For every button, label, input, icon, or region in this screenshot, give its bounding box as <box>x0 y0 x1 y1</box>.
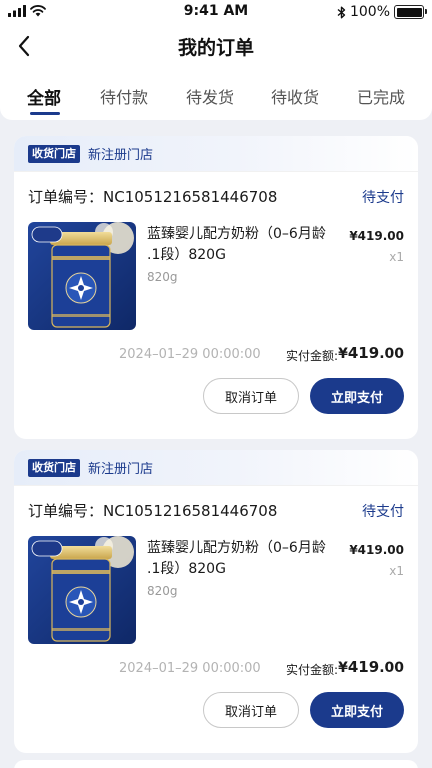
store-row: 收货门店 新注册门店 <box>14 136 418 172</box>
status-bar: 9:41 AM 100% <box>0 0 432 24</box>
formula-can-image <box>28 536 136 644</box>
paid-integer: 419 <box>347 658 380 676</box>
store-badge: 收货门店 <box>28 145 80 163</box>
tab-pending-receipt[interactable]: 待收货 <box>271 84 319 108</box>
product-spec: 820g <box>147 584 178 598</box>
navigation-bar: 我的订单 <box>0 26 432 66</box>
tab-all[interactable]: 全部 <box>27 84 61 109</box>
paid-decimal: .00 <box>379 660 404 676</box>
status-right: 100% <box>337 4 427 20</box>
store-name[interactable]: 新注册门店 <box>88 458 153 477</box>
product-image[interactable] <box>28 222 136 330</box>
order-number: 订单编号：NC1051216581446708 <box>28 188 278 206</box>
paid-integer: 419 <box>347 344 380 362</box>
tab-pending-payment[interactable]: 待付款 <box>100 84 148 108</box>
page-title: 我的订单 <box>177 37 254 59</box>
tab-pending-shipment[interactable]: 待发货 <box>186 84 234 108</box>
product-name[interactable]: 蓝臻婴儿配方奶粉（0–6月龄 .1段）820G <box>147 538 337 580</box>
cancel-order-button[interactable]: 取消订单 <box>203 692 299 728</box>
paid-amount-label: 实付金额: <box>286 349 339 363</box>
order-time: 2024–01–29 00:00:00 <box>119 661 261 676</box>
store-row: 收货门店 新注册门店 <box>14 450 418 486</box>
product-price: ¥419.00 <box>349 229 404 243</box>
store-name[interactable]: 新注册门店 <box>88 144 153 163</box>
product-name[interactable]: 蓝臻婴儿配方奶粉（0–6月龄 .1段）820G <box>147 224 337 266</box>
product-price: ¥419.00 <box>349 543 404 557</box>
paid-amount: ¥419.00 <box>338 658 404 676</box>
battery-percent: 100% <box>349 4 390 20</box>
order-number: 订单编号：NC1051216581446708 <box>28 502 278 520</box>
pay-now-button[interactable]: 立即支付 <box>310 378 404 414</box>
tab-completed[interactable]: 已完成 <box>357 84 405 108</box>
product-spec: 820g <box>147 270 178 284</box>
formula-can-image <box>28 222 136 330</box>
paid-amount-label: 实付金额: <box>286 663 339 677</box>
paid-amount: ¥419.00 <box>338 344 404 362</box>
price-decimal: .00 <box>382 229 404 243</box>
price-symbol: ¥ <box>349 543 358 557</box>
paid-decimal: .00 <box>379 346 404 362</box>
order-card: 收货门店 新注册门店 订单编号：NC1051216581446708 待支付 蓝… <box>14 136 418 439</box>
price-decimal: .00 <box>382 543 404 557</box>
order-status: 待支付 <box>362 190 404 206</box>
product-quantity: x1 <box>389 564 404 578</box>
order-tabs: 全部 待付款 待发货 待收货 已完成 <box>0 84 432 115</box>
paid-symbol: ¥ <box>338 660 348 676</box>
price-integer: 419 <box>357 229 383 243</box>
price-integer: 419 <box>357 543 383 557</box>
active-tab-indicator <box>30 112 60 115</box>
pay-now-button[interactable]: 立即支付 <box>310 692 404 728</box>
header-area: 9:41 AM 100% 我的订单 全部 待付款 待发货 待收货 已完成 <box>0 0 432 120</box>
next-order-card-peek <box>14 760 418 768</box>
battery-icon <box>394 5 427 19</box>
paid-symbol: ¥ <box>338 346 348 362</box>
cancel-order-button[interactable]: 取消订单 <box>203 378 299 414</box>
price-symbol: ¥ <box>349 229 358 243</box>
store-badge: 收货门店 <box>28 459 80 477</box>
order-status: 待支付 <box>362 504 404 520</box>
order-time: 2024–01–29 00:00:00 <box>119 347 261 362</box>
product-image[interactable] <box>28 536 136 644</box>
order-card: 收货门店 新注册门店 订单编号：NC1051216581446708 待支付 蓝… <box>14 450 418 753</box>
product-quantity: x1 <box>389 250 404 264</box>
bluetooth-icon <box>337 6 346 18</box>
